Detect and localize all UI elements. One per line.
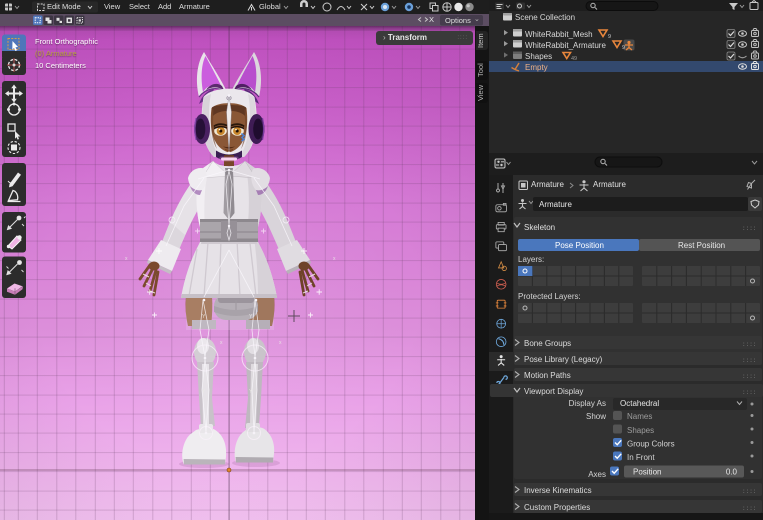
- svg-text:0.0: 0.0: [726, 468, 738, 477]
- svg-text:::::: ::::: [742, 225, 756, 232]
- svg-text:::::: ::::: [742, 341, 756, 348]
- svg-text:Rest Position: Rest Position: [678, 241, 725, 250]
- svg-text:::::: ::::: [742, 373, 756, 380]
- svg-text:Protected Layers:: Protected Layers:: [518, 292, 581, 301]
- svg-text:Pose Library (Legacy): Pose Library (Legacy): [524, 355, 603, 364]
- svg-text:Axes: Axes: [588, 470, 606, 479]
- svg-text:Group Colors: Group Colors: [627, 440, 675, 449]
- svg-text:::::: ::::: [742, 488, 756, 495]
- svg-text:x: x: [125, 256, 128, 262]
- svg-text:Custom Properties: Custom Properties: [524, 503, 590, 512]
- svg-text:Display As: Display As: [569, 399, 606, 408]
- svg-text:Inverse Kinematics: Inverse Kinematics: [524, 486, 592, 495]
- svg-text:Layers:: Layers:: [518, 255, 544, 264]
- svg-text:Shapes: Shapes: [627, 426, 654, 435]
- svg-text:::::: ::::: [742, 389, 756, 396]
- svg-text:x: x: [279, 340, 282, 346]
- svg-text:x: x: [220, 340, 223, 346]
- svg-text:::::: ::::: [742, 505, 756, 512]
- svg-text:In Front: In Front: [627, 453, 655, 462]
- svg-text:Position: Position: [633, 468, 661, 477]
- svg-text:Names: Names: [627, 412, 652, 421]
- svg-text:::::: ::::: [742, 357, 756, 364]
- svg-text:Pose Position: Pose Position: [555, 241, 604, 250]
- svg-text:Motion Paths: Motion Paths: [524, 371, 571, 380]
- svg-text:Viewport Display: Viewport Display: [524, 387, 583, 396]
- svg-text:x: x: [333, 256, 336, 262]
- svg-text:Bone Groups: Bone Groups: [524, 339, 571, 348]
- svg-text:Skeleton: Skeleton: [524, 223, 555, 232]
- svg-text:Octahedral: Octahedral: [620, 399, 659, 408]
- svg-text:Show: Show: [586, 412, 606, 421]
